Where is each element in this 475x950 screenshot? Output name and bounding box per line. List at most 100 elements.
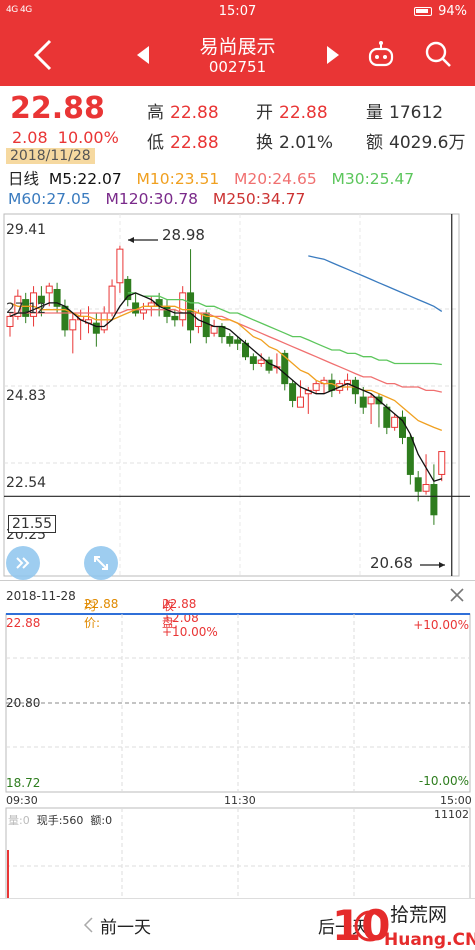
quote-date: 2018/11/28	[6, 148, 95, 164]
min-price-label: 20.68	[370, 554, 413, 572]
candle-body	[234, 339, 242, 344]
intraday-bottom-price: 18.72	[6, 776, 41, 790]
fullscreen-button[interactable]	[84, 546, 118, 580]
candle-body	[296, 396, 304, 408]
price-change: 2.08 10.00%	[12, 128, 119, 147]
candle-body	[171, 315, 179, 321]
status-time: 15:07	[218, 4, 257, 19]
candle-body	[163, 305, 171, 317]
ma20-label: M20:24.65	[233, 170, 317, 188]
ma5-label: M5:22.07	[48, 170, 122, 188]
y-label-2: 27.12	[6, 301, 47, 317]
volume-info: 量:0 现手:560 额:0	[8, 812, 112, 828]
watermark-logo: 10 拾荒网 Huang.CN	[332, 896, 475, 950]
candle-body	[422, 484, 430, 492]
volume-prefix: 量:0	[8, 814, 30, 827]
candle-body	[108, 285, 116, 314]
avg-price-value: 22.88	[84, 597, 119, 611]
next-stock-icon[interactable]	[325, 44, 341, 66]
ma10-label: M10:23.51	[136, 170, 220, 188]
ma60-line	[308, 255, 443, 312]
current-hand: 现手:560	[36, 814, 84, 827]
stock-name: 易尚展示	[199, 36, 276, 58]
candle-body	[414, 477, 422, 492]
candle-body	[6, 315, 14, 327]
kline-chart[interactable]: 29.41 27.12 24.83 22.54 20.25 21.55 28.9…	[0, 210, 475, 580]
amount-field: 额 4029.6万	[366, 128, 465, 153]
period-daily[interactable]: 日线	[8, 170, 39, 188]
max-arrow-head	[128, 237, 134, 243]
y-label-4: 22.54	[6, 475, 47, 491]
battery-icon	[414, 7, 433, 16]
candle-body	[132, 302, 140, 314]
low-field: 低 22.88	[147, 128, 219, 153]
y-label-1: 29.41	[6, 222, 47, 238]
volume-field: 量 17612	[366, 98, 443, 123]
low-value: 22.88	[170, 133, 219, 153]
intraday-canvas	[5, 613, 471, 925]
candle-body	[257, 359, 265, 364]
intraday-bottom-pct: -10.00%	[418, 774, 469, 788]
volume-max: 11102	[434, 808, 469, 821]
intraday-mid-price: 20.80	[6, 696, 41, 710]
ma-legend-row-2: M60:27.05 M120:30.78 M250:34.77	[8, 190, 305, 208]
max-price-label: 28.98	[162, 226, 205, 244]
search-icon[interactable]	[424, 40, 452, 68]
volume-label: 量	[366, 103, 383, 123]
candle-body	[430, 484, 438, 516]
turnover-value: 2.01%	[279, 133, 334, 153]
double-chevron-icon	[16, 557, 30, 569]
intraday-chart[interactable]: 22.88 20.80 18.72 +10.00% -10.00% 09:30 …	[0, 610, 475, 940]
status-right: 94%	[414, 4, 467, 19]
ma-legend-row-1: 日线 M5:22.07 M10:23.51 M20:24.65 M30:25.4…	[8, 167, 414, 189]
candle-body	[45, 285, 53, 294]
candle-body	[226, 336, 234, 344]
turnover-label: 换	[256, 133, 273, 153]
open-label: 开	[256, 103, 273, 123]
candle-body	[179, 292, 187, 321]
kline-canvas[interactable]	[0, 210, 475, 578]
watermark-graphic: 10 拾荒网 Huang.CN	[332, 901, 475, 950]
intraday-date: 2018-11-28	[6, 589, 76, 603]
time-end: 15:00	[440, 794, 472, 807]
high-value: 22.88	[170, 103, 219, 123]
intraday-top-pct: +10.00%	[413, 618, 469, 632]
amount-value: 4029.6万	[389, 133, 466, 153]
current-price: 22.88	[10, 91, 105, 126]
battery-level: 94%	[438, 4, 467, 19]
robot-icon[interactable]	[366, 40, 396, 70]
candle-body	[116, 248, 124, 284]
candle-body	[359, 396, 367, 408]
high-label: 高	[147, 103, 164, 123]
prev-day-button[interactable]: 前一天	[100, 913, 151, 938]
expand-icon	[94, 556, 108, 570]
ma120-label: M120:30.78	[105, 190, 199, 208]
candle-body	[187, 292, 195, 331]
change-value: 2.08	[12, 128, 48, 147]
time-start: 09:30	[6, 794, 38, 807]
candle-body	[69, 319, 77, 331]
volume-value: 17612	[389, 103, 444, 123]
candle-body	[249, 356, 257, 364]
ma250-label: M250:34.77	[212, 190, 306, 208]
close-icon[interactable]	[450, 588, 464, 602]
stock-code: 002751	[208, 58, 267, 76]
intraday-top-price: 22.88	[6, 616, 41, 630]
amount-label: 额	[366, 133, 383, 153]
candle-body	[100, 312, 108, 331]
high-field: 高 22.88	[147, 98, 219, 123]
candle-body	[92, 322, 100, 334]
candle-body	[438, 451, 446, 475]
candle-body	[391, 416, 399, 428]
candle-body	[312, 383, 320, 391]
watermark-number: 10	[332, 901, 390, 950]
quote-panel: 22.88 2.08 10.00% 2018/11/28 高 22.88 开 22.…	[0, 86, 475, 166]
expand-left-button[interactable]	[6, 546, 40, 580]
change-percent: 10.00%	[57, 128, 119, 147]
ma60-label: M60:27.05	[8, 190, 91, 208]
candle-body	[406, 436, 414, 475]
candle-body	[210, 325, 218, 334]
time-mid: 11:30	[224, 794, 256, 807]
intraday-header: 2018-11-28 均价: 22.88 收盘: 22.88 +2.08 +10…	[0, 580, 475, 639]
y-label-3: 24.83	[6, 388, 47, 404]
